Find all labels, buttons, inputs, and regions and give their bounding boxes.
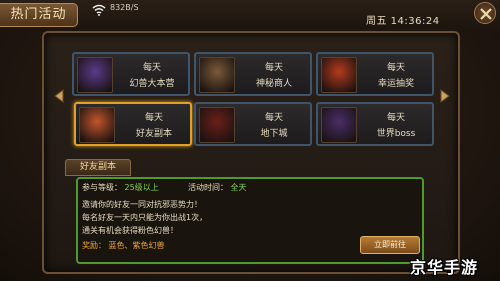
activity-frequency: 每天 xyxy=(264,113,283,123)
activity-frequency: 每天 xyxy=(386,63,405,73)
description-line-2: 每名好友一天内只能为你出战1次， xyxy=(82,213,208,222)
activity-card[interactable]: 每天 好友副本 xyxy=(74,102,192,146)
world-boss-dragon-icon xyxy=(321,107,357,143)
watermark-logo: 京华手游 xyxy=(410,258,479,277)
dungeon-demon-icon xyxy=(199,107,235,143)
clock: 周五 14:36:24 xyxy=(366,16,440,27)
activity-screen: 热门活动 832B/S 周五 14:36:24 每天 幻兽大本营 每天 神秘商人 每天幸… xyxy=(0,0,500,281)
time-value: 全天 xyxy=(230,183,247,192)
previous-page-arrow-icon[interactable] xyxy=(54,89,64,103)
description-line-3: 通关有机会获得粉色幻兽！ xyxy=(82,226,178,235)
network-speed: 832B/S xyxy=(110,3,139,12)
wifi-icon xyxy=(92,4,106,16)
gift-box-icon xyxy=(321,57,357,93)
dragon-monster-icon xyxy=(77,57,113,93)
reward-label: 奖励： xyxy=(82,241,106,250)
reward-value: 蓝色、紫色幻兽 xyxy=(108,241,165,250)
activity-name: 神秘商人 xyxy=(255,79,292,89)
top-bar: 热门活动 832B/S 周五 14:36:24 xyxy=(0,0,500,32)
friend-heroes-icon xyxy=(79,107,115,143)
activity-card[interactable]: 每天 幻兽大本营 xyxy=(72,52,190,96)
activity-name: 幸运抽奖 xyxy=(377,79,414,89)
time-row: 活动时间： 全天 xyxy=(188,182,247,193)
activity-card[interactable]: 每天世界boss xyxy=(316,102,434,146)
level-row: 参与等级： 25级以上 xyxy=(82,182,159,193)
activity-card[interactable]: 每天 幸运抽奖 xyxy=(316,52,434,96)
page-title: 热门活动 xyxy=(0,3,78,27)
level-label: 参与等级： xyxy=(82,183,122,192)
activity-frequency: 每天 xyxy=(386,113,405,123)
activity-frequency: 每天 xyxy=(264,63,283,73)
time-label: 活动时间： xyxy=(188,183,228,192)
witch-merchant-icon xyxy=(199,57,235,93)
activity-frequency: 每天 xyxy=(142,63,161,73)
activity-frequency: 每天 xyxy=(144,113,163,123)
close-icon xyxy=(480,8,492,20)
reward-row: 奖励： 蓝色、紫色幻兽 xyxy=(82,240,165,251)
close-button[interactable] xyxy=(474,2,496,24)
activity-name: 好友副本 xyxy=(135,129,172,139)
activity-card[interactable]: 每天 神秘商人 xyxy=(194,52,312,96)
detail-tab: 好友副本 xyxy=(65,159,131,176)
activity-card[interactable]: 每天 地下城 xyxy=(194,102,312,146)
level-value: 25级以上 xyxy=(124,183,159,192)
go-now-button[interactable]: 立即前往 xyxy=(360,236,420,254)
next-page-arrow-icon[interactable] xyxy=(440,89,450,103)
description-line-1: 邀请你的好友一同对抗邪恶势力！ xyxy=(82,200,202,209)
activity-name: 幻兽大本营 xyxy=(129,79,175,89)
activity-name: 世界boss xyxy=(376,129,416,139)
activity-name: 地下城 xyxy=(260,129,288,139)
